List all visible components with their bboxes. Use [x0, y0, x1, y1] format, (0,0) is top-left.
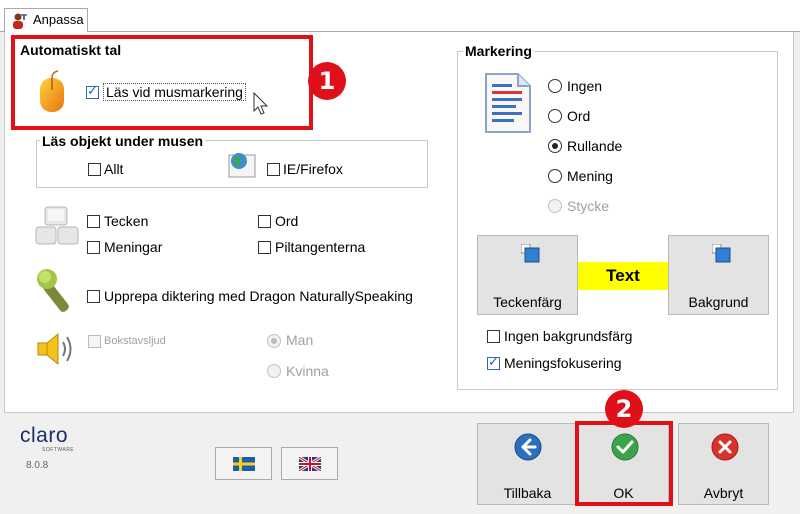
- annotation-box-2: [575, 421, 673, 506]
- tab-bar: [0, 0, 800, 32]
- dictation-label[interactable]: Upprepa diktering med Dragon NaturallySp…: [104, 288, 413, 304]
- letter-sounds-label[interactable]: Bokstavsljud: [104, 335, 166, 347]
- sweden-flag-icon: [233, 457, 255, 474]
- letter-sounds-checkbox[interactable]: [88, 335, 101, 348]
- annotation-badge-1: 1: [308, 62, 346, 100]
- sentence-focus-checkbox[interactable]: [487, 355, 500, 370]
- highlight-word-radio[interactable]: [548, 109, 562, 123]
- no-background-color-label[interactable]: Ingen bakgrundsfärg: [504, 328, 632, 344]
- back-button-label: Tillbaka: [503, 485, 552, 501]
- cancel-button[interactable]: Avbryt: [678, 423, 769, 505]
- voice-man-radio[interactable]: [267, 334, 281, 348]
- text-color-label: Teckenfärg: [493, 294, 562, 310]
- microphone-icon: [33, 268, 81, 315]
- document-icon: [484, 72, 532, 137]
- uk-flag-icon: [298, 455, 322, 474]
- highlight-rolling-label[interactable]: Rullande: [567, 138, 622, 154]
- close-icon: [710, 432, 740, 465]
- highlight-title: Markering: [463, 43, 534, 59]
- read-objects-title: Läs objekt under musen: [40, 133, 206, 149]
- no-background-color-checkbox[interactable]: [487, 330, 500, 343]
- ie-firefox-label[interactable]: IE/Firefox: [283, 161, 343, 177]
- highlight-none-radio[interactable]: [548, 79, 562, 93]
- english-language-button[interactable]: [281, 447, 338, 480]
- annotation-box-1: [11, 35, 313, 130]
- text-color-button[interactable]: Teckenfärg: [477, 235, 578, 315]
- highlight-sentence-label[interactable]: Mening: [567, 168, 613, 184]
- words-label[interactable]: Ord: [275, 213, 298, 229]
- highlight-word-label[interactable]: Ord: [567, 108, 590, 124]
- sentence-focus-label[interactable]: Meningsfokusering: [504, 355, 622, 371]
- tab-anpassa[interactable]: Anpassa: [4, 8, 88, 32]
- claro-logo-sub: SOFTWARE: [42, 447, 75, 453]
- read-all-checkbox[interactable]: [88, 163, 101, 176]
- settings-person-icon: [10, 12, 28, 33]
- ie-firefox-checkbox[interactable]: [267, 163, 280, 176]
- characters-checkbox[interactable]: [87, 215, 100, 228]
- voice-woman-radio[interactable]: [267, 364, 281, 378]
- highlight-none-label[interactable]: Ingen: [567, 78, 602, 94]
- read-all-label[interactable]: Allt: [104, 161, 123, 177]
- sentences-checkbox[interactable]: [87, 241, 100, 254]
- dictation-checkbox[interactable]: [87, 290, 100, 303]
- arrow-keys-label[interactable]: Piltangenterna: [275, 239, 365, 255]
- cancel-button-label: Avbryt: [703, 485, 744, 501]
- highlight-paragraph-radio[interactable]: [548, 199, 562, 213]
- tab-label: Anpassa: [33, 12, 84, 27]
- sentences-label[interactable]: Meningar: [104, 239, 162, 255]
- version-label: 8.0.8: [26, 460, 49, 471]
- speaker-icon: [36, 331, 78, 370]
- characters-label[interactable]: Tecken: [104, 213, 148, 229]
- words-checkbox[interactable]: [258, 215, 271, 228]
- highlight-sentence-radio[interactable]: [548, 169, 562, 183]
- color-swatch-icon: [520, 243, 541, 267]
- highlight-paragraph-label[interactable]: Stycke: [567, 198, 609, 214]
- highlight-preview: Text: [578, 262, 668, 290]
- color-swatch-icon: [711, 243, 732, 267]
- keyboard-keys-icon: [35, 206, 79, 249]
- voice-woman-label[interactable]: Kvinna: [286, 363, 329, 379]
- highlight-preview-text: Text: [606, 266, 640, 285]
- background-color-label: Bakgrund: [688, 294, 749, 310]
- voice-man-label[interactable]: Man: [286, 332, 313, 348]
- arrow-keys-checkbox[interactable]: [258, 241, 271, 254]
- highlight-rolling-radio[interactable]: [548, 139, 562, 153]
- back-arrow-icon: [513, 432, 543, 465]
- annotation-badge-2: 2: [605, 390, 643, 428]
- claro-logo: claro: [20, 424, 69, 447]
- back-button[interactable]: Tillbaka: [477, 423, 578, 505]
- background-color-button[interactable]: Bakgrund: [668, 235, 769, 315]
- swedish-language-button[interactable]: [215, 447, 272, 480]
- browser-globe-icon: [228, 151, 258, 182]
